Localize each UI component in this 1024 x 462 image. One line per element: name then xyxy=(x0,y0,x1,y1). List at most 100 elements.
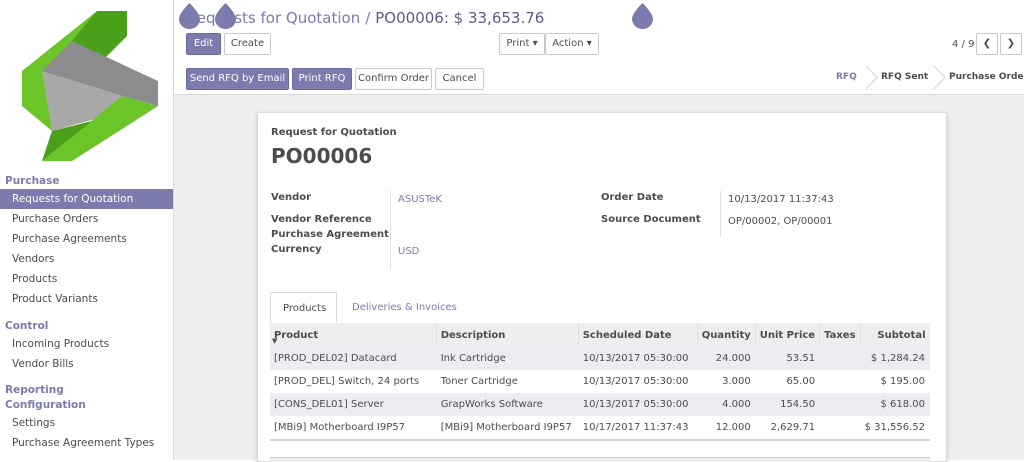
vendor-reference-label: Vendor Reference xyxy=(271,214,372,225)
cell-unit-price: 2,629.71 xyxy=(755,416,820,441)
column-header-product[interactable]: Product xyxy=(270,323,437,347)
source-document-value: OP/00002, OP/00001 xyxy=(728,216,833,227)
cell-subtotal: $ 618.00 xyxy=(860,393,930,416)
cursor-marker-icon xyxy=(215,3,236,29)
action-dropdown-button[interactable]: Action ▾ xyxy=(545,33,599,55)
cell-subtotal: $ 1,284.24 xyxy=(860,347,930,370)
menu-item-vendor-bills[interactable]: Vendor Bills xyxy=(0,354,173,374)
cell-taxes xyxy=(820,370,860,393)
field-divider xyxy=(390,191,391,269)
action-label: Action xyxy=(552,38,584,49)
table-row[interactable]: [MBi9] Motherboard I9P57 [MBi9] Motherbo… xyxy=(270,416,930,441)
cell-scheduled-date: 10/13/2017 05:30:00 xyxy=(578,347,698,370)
field-divider xyxy=(720,191,721,237)
cell-quantity: 3.000 xyxy=(722,376,751,387)
sidebar: Purchase Requests for Quotation Purchase… xyxy=(0,0,174,460)
currency-label: Currency xyxy=(271,244,322,255)
menu-item-purchase-agreement-types[interactable]: Purchase Agreement Types xyxy=(0,433,173,453)
menu-section-purchase: Purchase Requests for Quotation Purchase… xyxy=(0,173,173,309)
table-header-row: Product Description Scheduled Date Quant… xyxy=(270,323,930,347)
print-dropdown-button[interactable]: Print ▾ xyxy=(499,33,545,55)
sort-caret-down-icon: ▼ xyxy=(272,337,278,345)
edit-button[interactable]: Edit xyxy=(186,33,221,55)
form-sheet: Request for Quotation PO00006 Vendor ASU… xyxy=(257,112,947,462)
main-area: Requests for Quotation / PO00006: $ 33,653… xyxy=(174,0,1024,462)
cell-description: Ink Cartridge xyxy=(436,347,579,370)
order-date-label: Order Date xyxy=(601,192,664,203)
document-type-label: Request for Quotation xyxy=(271,127,397,138)
cell-product: [PROD_DEL02] Datacard xyxy=(270,347,437,370)
cancel-button[interactable]: Cancel xyxy=(435,68,484,90)
cell-product: [PROD_DEL] Switch, 24 ports xyxy=(274,376,420,387)
tab-deliveries-invoices[interactable]: Deliveries & Invoices xyxy=(340,292,469,323)
breadcrumb-current: PO00006: $ 33,653.76 xyxy=(375,9,545,27)
document-name: PO00006 xyxy=(271,144,373,168)
print-label: Print xyxy=(506,38,530,49)
column-header-scheduled-date[interactable]: Scheduled Date xyxy=(578,323,698,347)
breadcrumb-separator: / xyxy=(365,9,371,27)
stage-purchase-order[interactable]: Purchase Order xyxy=(949,66,1024,89)
tab-products[interactable]: Products xyxy=(270,292,337,323)
menu-item-products[interactable]: Products xyxy=(0,269,173,289)
cell-scheduled-date: 10/13/2017 05:30:00 xyxy=(578,393,698,416)
menu-head-purchase: Purchase xyxy=(5,175,60,187)
menu-section-reporting: Reporting xyxy=(0,382,173,398)
column-header-unit-price[interactable]: Unit Price xyxy=(755,323,821,347)
menu-item-purchase-agreements[interactable]: Purchase Agreements xyxy=(0,229,173,249)
column-header-product-label: Product xyxy=(274,329,319,341)
stage-rfq[interactable]: RFQ xyxy=(836,66,857,89)
print-rfq-button[interactable]: Print RFQ xyxy=(292,68,352,90)
currency-link[interactable]: USD xyxy=(398,246,419,257)
cell-unit-price: 154.50 xyxy=(755,393,820,416)
cell-description: GrapWorks Software xyxy=(436,393,579,416)
cell-description: Toner Cartridge xyxy=(440,376,518,387)
cell-scheduled-date: 10/17/2017 11:37:43 xyxy=(578,416,698,441)
stage-rfq-sent[interactable]: RFQ Sent xyxy=(881,66,928,89)
vendor-link[interactable]: ASUSTeK xyxy=(398,194,442,205)
menu-section-configuration: Configuration Settings Purchase Agreemen… xyxy=(0,397,173,453)
create-button[interactable]: Create xyxy=(224,33,271,55)
cursor-marker-icon xyxy=(179,3,200,29)
menu-item-incoming-products[interactable]: Incoming Products xyxy=(0,334,173,354)
menu-head-reporting[interactable]: Reporting xyxy=(0,382,173,398)
cell-description: [MBi9] Motherboard I9P57 xyxy=(436,416,579,441)
source-document-label: Source Document xyxy=(601,214,701,225)
menu-item-product-variants[interactable]: Product Variants xyxy=(0,289,173,309)
cell-scheduled-date: 10/13/2017 05:30:00 xyxy=(582,376,689,387)
column-header-taxes[interactable]: Taxes xyxy=(819,323,861,347)
table-row[interactable]: [CONS_DEL01] Server GrapWorks Software 1… xyxy=(270,393,930,416)
chevron-separator-icon xyxy=(866,66,878,89)
cell-product: [MBi9] Motherboard I9P57 xyxy=(270,416,437,441)
table-row[interactable]: [PROD_DEL] Switch, 24 ports Toner Cartri… xyxy=(270,370,930,393)
menu-section-control: Control Incoming Products Vendor Bills xyxy=(0,318,173,374)
cell-taxes xyxy=(819,347,861,370)
column-header-description[interactable]: Description xyxy=(436,323,579,347)
send-rfq-by-email-button[interactable]: Send RFQ by Email xyxy=(186,68,289,90)
pager-previous-button[interactable]: ❮ xyxy=(976,33,998,55)
company-logo xyxy=(12,11,158,161)
breadcrumb: Requests for Quotation / PO00006: $ 33,653… xyxy=(187,9,544,27)
cell-subtotal: $ 31,556.52 xyxy=(860,416,930,441)
menu-item-settings[interactable]: Settings xyxy=(0,413,173,433)
cell-product: [CONS_DEL01] Server xyxy=(270,393,437,416)
column-header-subtotal[interactable]: Subtotal xyxy=(860,323,930,347)
menu-head-configuration: Configuration xyxy=(5,399,86,411)
menu-item-purchase-orders[interactable]: Purchase Orders xyxy=(0,209,173,229)
menu-item-requests-for-quotation[interactable]: Requests for Quotation xyxy=(0,189,173,209)
cell-quantity: 4.000 xyxy=(697,393,756,416)
menu-item-vendors[interactable]: Vendors xyxy=(0,249,173,269)
cursor-marker-icon xyxy=(632,3,653,29)
table-row[interactable]: [PROD_DEL02] Datacard Ink Cartridge 10/1… xyxy=(270,347,930,370)
vendor-label: Vendor xyxy=(271,192,312,203)
menu-head-control: Control xyxy=(5,320,49,332)
cell-taxes xyxy=(819,393,861,416)
cell-quantity: 12.000 xyxy=(697,416,756,441)
chevron-right-icon: ❯ xyxy=(1006,38,1016,49)
confirm-order-button[interactable]: Confirm Order xyxy=(355,68,432,90)
column-header-quantity[interactable]: Quantity xyxy=(697,323,756,347)
chevron-separator-icon xyxy=(934,66,946,89)
pager-next-button[interactable]: ❯ xyxy=(1000,33,1022,55)
order-date-value: 10/13/2017 11:37:43 xyxy=(728,194,834,205)
cell-unit-price: 65.00 xyxy=(786,376,816,387)
control-panel: Requests for Quotation / PO00006: $ 33,653… xyxy=(174,0,1024,95)
